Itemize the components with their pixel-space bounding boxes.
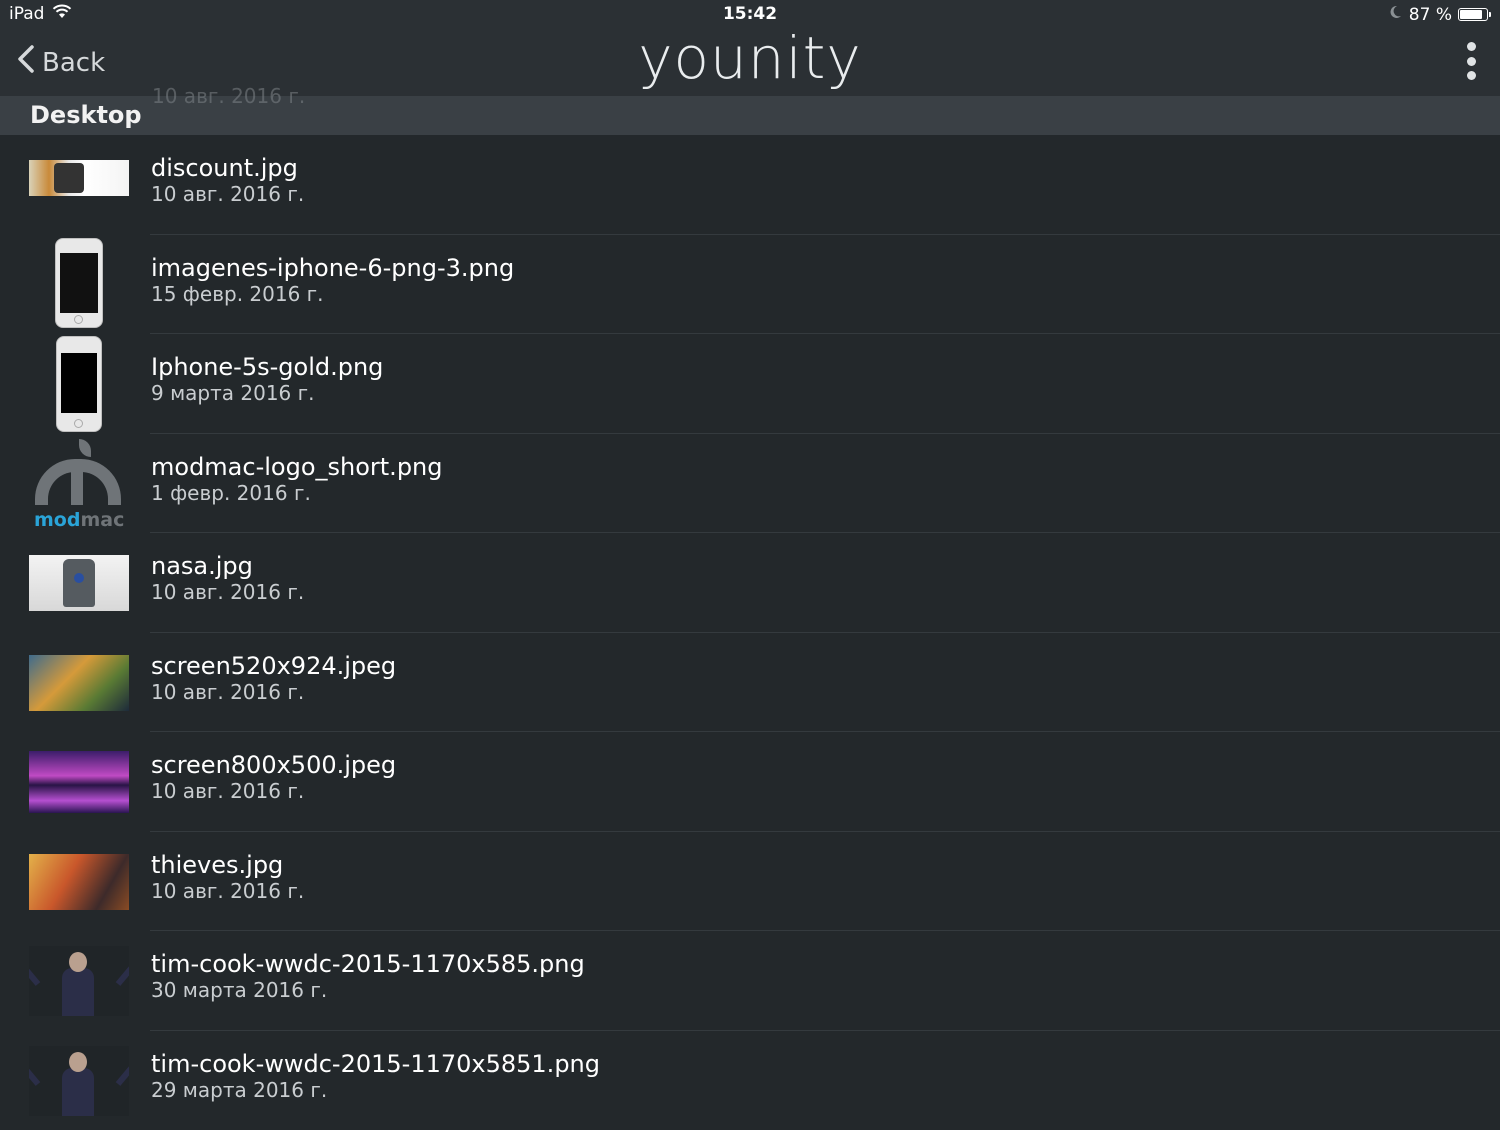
file-name: modmac-logo_short.png [151,453,443,481]
modmac-word-b: mac [80,509,124,529]
file-name: tim-cook-wwdc-2015-1170x585.png [151,950,585,978]
section-header: 10 авг. 2016 г. Desktop [0,96,1500,135]
file-date: 30 марта 2016 г. [151,978,327,1002]
file-date: 29 марта 2016 г. [151,1078,327,1102]
file-date: 15 февр. 2016 г. [151,282,324,306]
file-date: 10 авг. 2016 г. [151,580,304,604]
file-list: discount.jpg 10 авг. 2016 г. imagenes-ip… [0,135,1500,1130]
file-thumbnail [29,555,129,611]
battery-icon [1458,8,1488,21]
list-item[interactable]: discount.jpg 10 авг. 2016 г. [0,135,1500,235]
file-name: tim-cook-wwdc-2015-1170x5851.png [151,1050,600,1078]
modmac-word-a: mod [34,509,80,529]
list-item[interactable]: thieves.jpg 10 авг. 2016 г. [0,832,1500,932]
file-name: nasa.jpg [151,552,253,580]
list-item[interactable]: Iphone-5s-gold.png 9 марта 2016 г. [0,334,1500,434]
scrolled-date-ghost: 10 авг. 2016 г. [152,84,305,108]
dot [1467,71,1476,80]
more-vertical-icon[interactable] [1464,42,1478,80]
list-item[interactable]: screen520x924.jpeg 10 авг. 2016 г. [0,633,1500,733]
dot [1467,57,1476,66]
file-date: 10 авг. 2016 г. [151,182,304,206]
file-name: Iphone-5s-gold.png [151,353,383,381]
file-thumbnail [56,336,102,432]
list-item[interactable]: nasa.jpg 10 авг. 2016 г. [0,533,1500,633]
file-thumbnail [55,238,103,328]
battery-percent: 87 % [1409,5,1452,25]
moon-icon [1387,4,1403,25]
status-time: 15:42 [0,4,1500,24]
file-thumbnail [29,854,129,910]
list-item[interactable]: screen800x500.jpeg 10 авг. 2016 г. [0,732,1500,832]
file-thumbnail [29,655,129,711]
file-date: 1 февр. 2016 г. [151,481,311,505]
app-logo: younity [0,24,1500,92]
file-name: imagenes-iphone-6-png-3.png [151,254,514,282]
file-name: discount.jpg [151,154,298,182]
dot [1467,42,1476,51]
file-name: screen520x924.jpeg [151,652,396,680]
file-thumbnail [29,160,129,196]
list-item[interactable]: tim-cook-wwdc-2015-1170x585.png 30 марта… [0,931,1500,1031]
list-item[interactable]: imagenes-iphone-6-png-3.png 15 февр. 201… [0,235,1500,335]
file-date: 10 авг. 2016 г. [151,779,304,803]
status-right: 87 % [1387,4,1488,25]
file-thumbnail [29,751,129,813]
file-date: 10 авг. 2016 г. [151,879,304,903]
file-thumbnail [29,946,129,1016]
file-name: thieves.jpg [151,851,283,879]
battery-fill [1460,10,1482,19]
file-thumbnail: modmac [31,439,131,529]
file-thumbnail [29,1046,129,1116]
section-title: Desktop [30,101,142,129]
list-item[interactable]: tim-cook-wwdc-2015-1170x5851.png 29 март… [0,1031,1500,1130]
file-date: 9 марта 2016 г. [151,381,315,405]
file-name: screen800x500.jpeg [151,751,396,779]
file-date: 10 авг. 2016 г. [151,680,304,704]
top-bar: iPad 15:42 87 % Back younity [0,0,1500,96]
list-item[interactable]: modmac modmac-logo_short.png 1 февр. 201… [0,434,1500,534]
